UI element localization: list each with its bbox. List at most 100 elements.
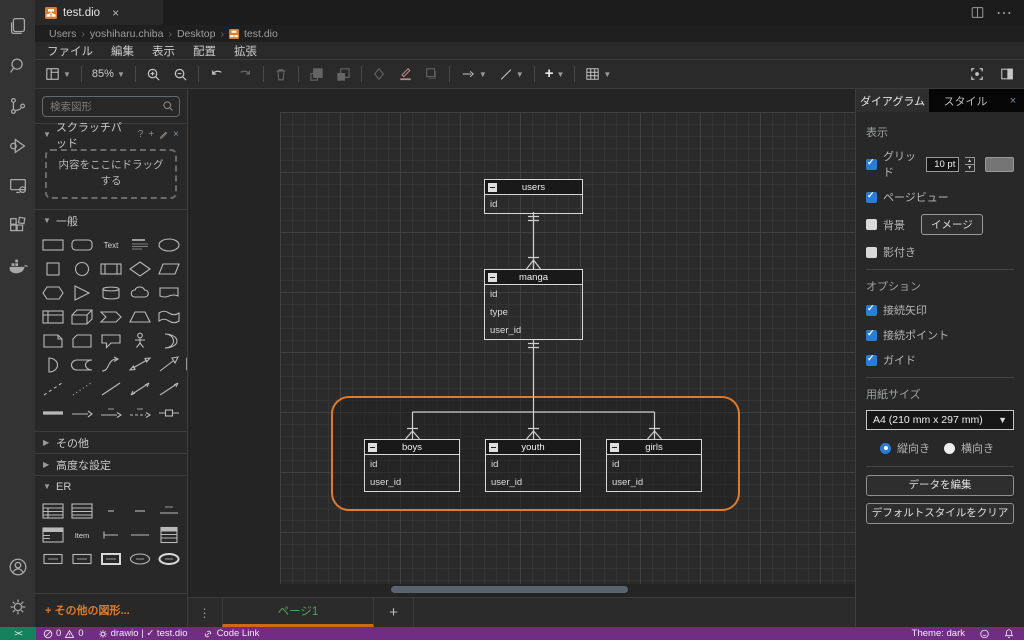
grid-color-swatch[interactable] xyxy=(985,157,1014,172)
explorer-icon[interactable] xyxy=(0,6,35,46)
split-editor-icon[interactable] xyxy=(971,6,984,19)
pages-menu-icon[interactable]: ⋮ xyxy=(188,598,222,627)
settings-gear-icon[interactable] xyxy=(0,587,35,627)
shape-label-line[interactable] xyxy=(154,499,183,523)
shape-connector-with-symbol[interactable] xyxy=(154,401,183,425)
zoom-level-dropdown[interactable]: 85%▼ xyxy=(90,66,127,82)
notifications-bell-icon[interactable] xyxy=(997,628,1024,639)
connection-style-button[interactable]: ▼ xyxy=(458,66,489,82)
breadcrumb-item[interactable]: yoshiharu.chiba xyxy=(90,28,164,40)
feedback-icon[interactable] xyxy=(972,629,997,639)
shape-rectangle[interactable] xyxy=(39,233,68,257)
shape-er-table-small[interactable] xyxy=(154,523,183,547)
shape-ref-simple[interactable] xyxy=(125,499,154,523)
docker-icon[interactable] xyxy=(0,246,35,286)
remote-indicator[interactable]: >< xyxy=(0,627,36,640)
scratchpad-edit-icon[interactable] xyxy=(159,130,168,139)
er-table-header[interactable]: users xyxy=(485,180,582,195)
shape-textbox[interactable] xyxy=(125,233,154,257)
shape-rounded-rectangle[interactable] xyxy=(68,233,97,257)
shape-entity-box-bold[interactable] xyxy=(97,547,126,571)
grid-size-stepper[interactable]: ▲▼ xyxy=(965,157,974,172)
shape-line[interactable] xyxy=(97,377,126,401)
search-icon[interactable] xyxy=(0,46,35,86)
er-table-field[interactable]: id xyxy=(485,195,582,213)
shadow-checkbox[interactable] xyxy=(866,247,877,258)
shape-internal-storage[interactable] xyxy=(39,305,68,329)
horizontal-scrollbar[interactable] xyxy=(391,586,628,593)
er-table-girls[interactable]: girlsiduser_id xyxy=(606,439,702,492)
grid-size-input[interactable]: 10 pt xyxy=(926,157,959,172)
section-advanced-header[interactable]: ▶ 高度な設定 xyxy=(35,454,187,475)
er-table-youth[interactable]: youthiduser_id xyxy=(485,439,581,492)
er-table-manga[interactable]: mangaidtypeuser_id xyxy=(484,269,583,340)
shape-note[interactable] xyxy=(39,329,68,353)
shape-document[interactable] xyxy=(154,281,183,305)
shape-assoc-line[interactable] xyxy=(125,523,154,547)
shape-and[interactable] xyxy=(39,353,68,377)
paper-size-select[interactable]: A4 (210 mm x 297 mm) ▼ xyxy=(866,410,1014,430)
shape-dotted-line[interactable] xyxy=(68,377,97,401)
er-table-boys[interactable]: boysiduser_id xyxy=(364,439,460,492)
add-page-button[interactable]: + xyxy=(374,598,414,627)
shape-tape[interactable] xyxy=(154,305,183,329)
shape-text[interactable]: Text xyxy=(97,233,126,257)
collapse-icon[interactable] xyxy=(489,443,498,452)
menu-item-2[interactable]: 表示 xyxy=(152,43,175,59)
shape-card[interactable] xyxy=(68,329,97,353)
shape-entity-oval[interactable] xyxy=(125,547,154,571)
shape-ellipse[interactable] xyxy=(154,233,183,257)
format-panel-close-icon[interactable]: × xyxy=(1002,89,1024,112)
shape-data-storage[interactable] xyxy=(68,353,97,377)
breadcrumb-item[interactable]: test.dio xyxy=(244,28,278,40)
extensions-icon[interactable] xyxy=(0,206,35,246)
shape-parallelogram[interactable] xyxy=(154,257,183,281)
grid-checkbox[interactable] xyxy=(866,159,877,170)
tab-test-dio[interactable]: test.dio × xyxy=(35,0,163,25)
shape-entity-box[interactable] xyxy=(39,547,68,571)
scratchpad-close-icon[interactable]: × xyxy=(173,129,179,140)
page-tab-1[interactable]: ページ1 xyxy=(222,598,374,627)
fullscreen-icon[interactable] xyxy=(968,65,986,83)
shape-ref-optional[interactable] xyxy=(97,499,126,523)
table-button[interactable]: ▼ xyxy=(583,65,613,83)
scratchpad-section-header[interactable]: ▼ スクラッチパッド ? + × xyxy=(35,124,187,145)
guides-checkbox[interactable] xyxy=(866,355,877,366)
source-control-icon[interactable] xyxy=(0,86,35,126)
shape-er-table-striped[interactable] xyxy=(68,499,97,523)
shape-labeled-line[interactable] xyxy=(97,401,126,425)
shape-circle[interactable] xyxy=(68,257,97,281)
shape-curve[interactable] xyxy=(97,353,126,377)
shadow-icon[interactable] xyxy=(423,65,441,83)
line-color-icon[interactable] xyxy=(396,65,415,83)
scratchpad-add-icon[interactable]: + xyxy=(148,129,154,140)
er-table-users[interactable]: usersid xyxy=(484,179,583,214)
page-view-button[interactable]: ▼ xyxy=(43,65,73,83)
shape-dashed-line[interactable] xyxy=(39,377,68,401)
er-table-field[interactable]: id xyxy=(486,455,580,473)
tab-diagram[interactable]: ダイアグラム xyxy=(856,89,929,112)
redo-icon[interactable] xyxy=(235,65,255,83)
scratchpad-help-icon[interactable]: ? xyxy=(138,129,144,140)
editor-more-actions-icon[interactable]: ⋯ xyxy=(996,3,1012,23)
shape-or[interactable] xyxy=(154,329,183,353)
er-table-field[interactable]: user_id xyxy=(486,473,580,491)
delete-icon[interactable] xyxy=(272,65,290,84)
er-table-field[interactable]: type xyxy=(485,303,582,321)
er-table-header[interactable]: manga xyxy=(485,270,582,285)
shape-actor[interactable] xyxy=(125,329,154,353)
edit-data-button[interactable]: データを編集 xyxy=(866,475,1014,496)
connection-arrows-checkbox[interactable] xyxy=(866,305,877,316)
shape-bidirectional-arrow[interactable] xyxy=(125,353,154,377)
fill-color-icon[interactable] xyxy=(370,65,388,83)
shape-one-to-many[interactable] xyxy=(97,523,126,547)
more-shapes-button[interactable]: + その他の図形... xyxy=(35,593,187,627)
shape-er-table-titled[interactable] xyxy=(39,523,68,547)
shape-arrow-link[interactable] xyxy=(68,401,97,425)
clear-default-style-button[interactable]: デフォルトスタイルをクリア xyxy=(866,503,1014,524)
run-debug-icon[interactable] xyxy=(0,126,35,166)
undo-icon[interactable] xyxy=(207,65,227,83)
er-table-field[interactable]: user_id xyxy=(607,473,701,491)
section-general-header[interactable]: ▼ 一般 xyxy=(35,210,187,231)
connection-points-checkbox[interactable] xyxy=(866,330,877,341)
